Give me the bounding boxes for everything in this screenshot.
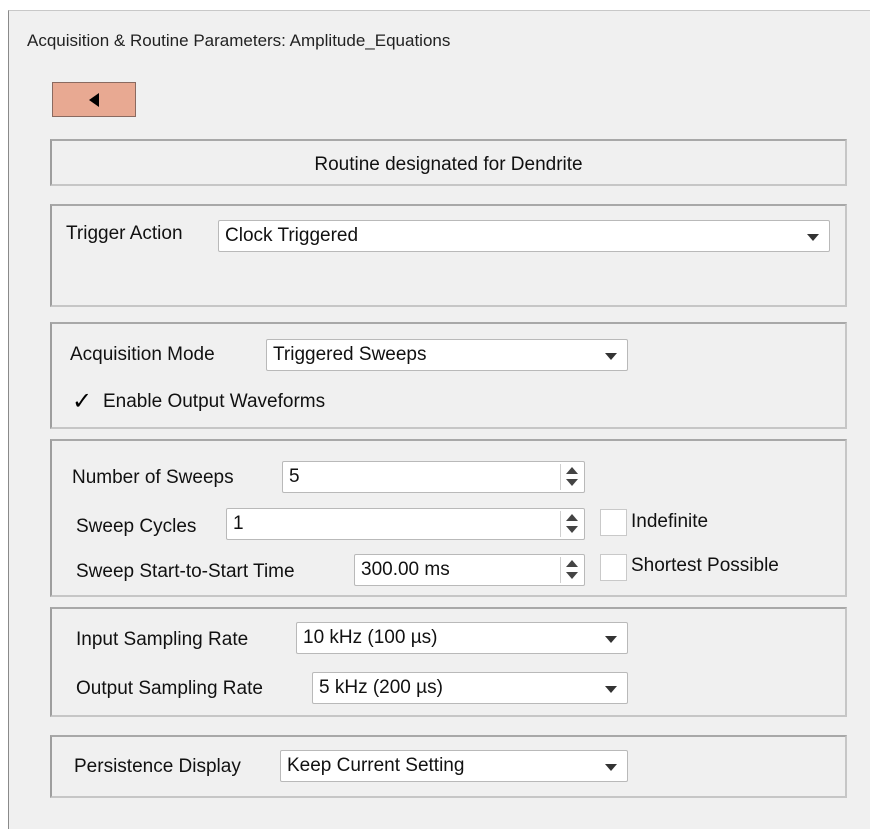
input-sampling-rate-label: Input Sampling Rate xyxy=(76,629,249,650)
spin-up-icon[interactable] xyxy=(566,467,578,474)
trigger-group: Trigger Action Clock Triggered xyxy=(50,204,847,307)
sweeps-spinner[interactable] xyxy=(560,464,582,490)
number-of-sweeps-input[interactable]: 5 xyxy=(282,461,585,493)
start-to-start-label: Sweep Start-to-Start Time xyxy=(76,561,295,582)
left-triangle-icon xyxy=(89,92,99,107)
sweep-cycles-label: Sweep Cycles xyxy=(76,516,197,537)
persistence-group: Persistence Display Keep Current Setting xyxy=(50,735,847,798)
number-of-sweeps-label: Number of Sweeps xyxy=(72,467,234,488)
back-button[interactable] xyxy=(52,82,136,117)
trigger-action-select[interactable]: Clock Triggered xyxy=(218,220,830,252)
persistence-display-value: Keep Current Setting xyxy=(287,755,465,776)
acquisition-mode-value: Triggered Sweeps xyxy=(273,344,427,365)
routine-header-label: Routine designated for Dendrite xyxy=(314,154,583,175)
acquisition-mode-label: Acquisition Mode xyxy=(70,344,215,365)
trigger-action-value: Clock Triggered xyxy=(225,225,359,246)
indefinite-label[interactable]: Indefinite xyxy=(631,511,708,533)
window-title: Acquisition & Routine Parameters: Amplit… xyxy=(27,31,451,50)
chevron-down-icon xyxy=(605,764,617,771)
shortest-possible-checkbox[interactable] xyxy=(600,554,627,581)
persistence-display-select[interactable]: Keep Current Setting xyxy=(280,750,628,782)
spin-down-icon[interactable] xyxy=(566,526,578,533)
input-sampling-rate-value: 10 kHz (100 µs) xyxy=(303,627,438,648)
trigger-action-label: Trigger Action xyxy=(66,223,183,244)
output-sampling-rate-select[interactable]: 5 kHz (200 µs) xyxy=(312,672,628,704)
output-sampling-rate-label: Output Sampling Rate xyxy=(76,678,263,699)
spin-down-icon[interactable] xyxy=(566,479,578,486)
sweeps-group: Number of Sweeps 5 Sweep Cycles 1 Indefi… xyxy=(50,439,847,597)
chevron-down-icon xyxy=(605,353,617,360)
number-of-sweeps-value: 5 xyxy=(289,466,300,487)
acquisition-group: Acquisition Mode Triggered Sweeps Enable… xyxy=(50,322,847,429)
spin-up-icon[interactable] xyxy=(566,514,578,521)
start-to-start-spinner[interactable] xyxy=(560,557,582,583)
shortest-possible-label[interactable]: Shortest Possible xyxy=(631,555,779,577)
cycles-spinner[interactable] xyxy=(560,511,582,537)
spin-down-icon[interactable] xyxy=(566,572,578,579)
enable-output-checkbox[interactable]: ✓ xyxy=(72,388,92,414)
chevron-down-icon xyxy=(605,636,617,643)
acquisition-mode-select[interactable]: Triggered Sweeps xyxy=(266,339,628,371)
sweep-cycles-input[interactable]: 1 xyxy=(226,508,585,540)
enable-output-label[interactable]: Enable Output Waveforms xyxy=(103,391,325,413)
start-to-start-value: 300.00 ms xyxy=(361,559,450,580)
routine-header-panel: Routine designated for Dendrite xyxy=(50,139,847,186)
start-to-start-input[interactable]: 300.00 ms xyxy=(354,554,585,586)
sampling-group: Input Sampling Rate 10 kHz (100 µs) Outp… xyxy=(50,607,847,717)
persistence-display-label: Persistence Display xyxy=(74,756,241,777)
output-sampling-rate-value: 5 kHz (200 µs) xyxy=(319,677,443,698)
input-sampling-rate-select[interactable]: 10 kHz (100 µs) xyxy=(296,622,628,654)
spin-up-icon[interactable] xyxy=(566,560,578,567)
indefinite-checkbox[interactable] xyxy=(600,509,627,536)
chevron-down-icon xyxy=(605,686,617,693)
sweep-cycles-value: 1 xyxy=(233,513,244,534)
chevron-down-icon xyxy=(807,234,819,241)
